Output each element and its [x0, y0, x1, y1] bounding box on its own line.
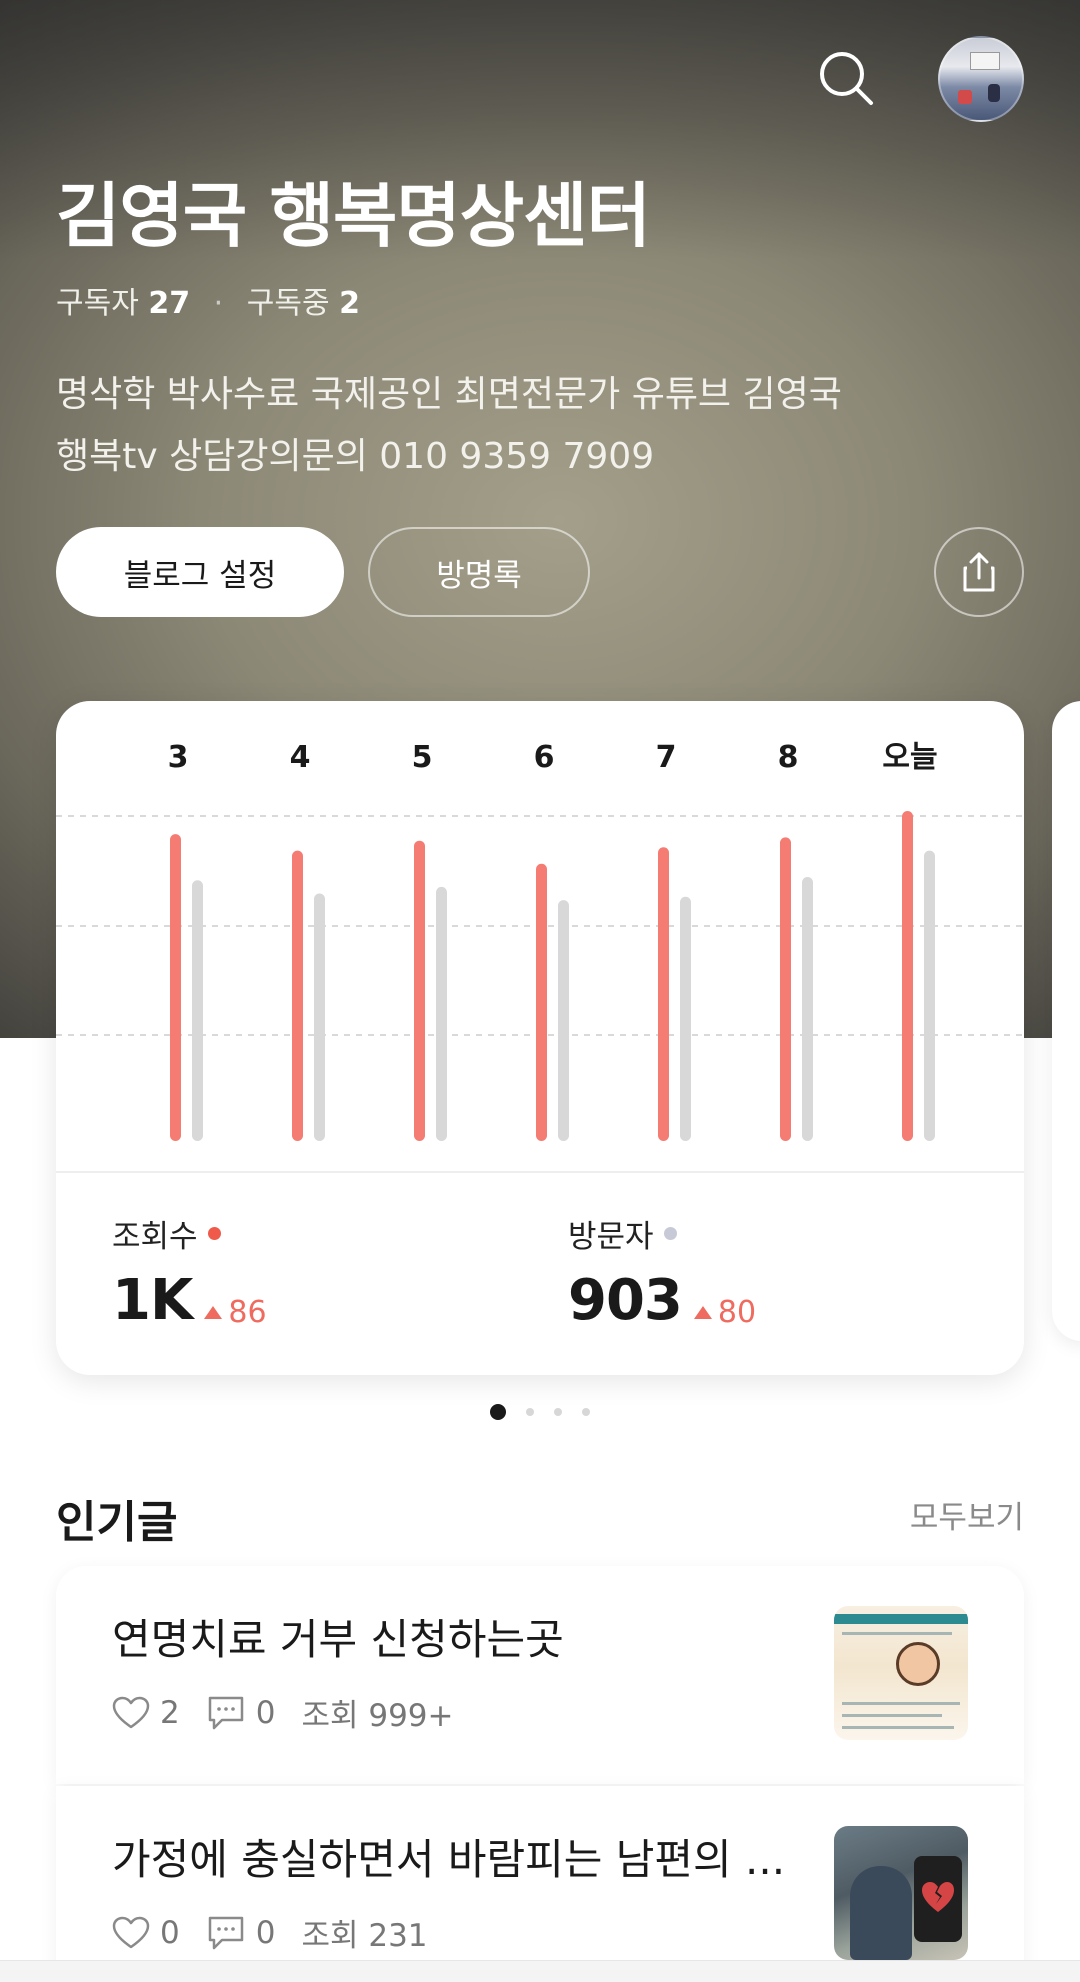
visitors-bar[interactable] [436, 886, 447, 1141]
comment-icon[interactable] [206, 1694, 246, 1732]
blog-title: 김영국 행복명상센터 [56, 175, 651, 257]
card-pager[interactable] [0, 1404, 1080, 1420]
visits-chart: 3 4 5 6 7 8 오늘 [56, 740, 1024, 1142]
chart-x-tick-label: 7 [656, 740, 677, 775]
views-value: 1K [112, 1268, 193, 1333]
visitors-delta-value: 80 [717, 1295, 757, 1330]
chart-x-tick-label: 8 [778, 740, 799, 775]
visitors-delta: 80 [693, 1295, 757, 1330]
avatar-photo-detail [958, 90, 972, 104]
chart-x-tick-label: 5 [412, 740, 433, 775]
pager-dot[interactable] [526, 1408, 534, 1416]
comment-count: 0 [255, 1694, 276, 1731]
views-bar[interactable] [414, 840, 425, 1141]
thumbnail-detail [842, 1714, 942, 1717]
thumbnail-detail [896, 1642, 940, 1686]
search-icon[interactable] [812, 44, 880, 112]
subscription-stats: 구독자 27 · 구독중 2 [56, 278, 360, 322]
visitors-bar[interactable] [680, 896, 691, 1141]
broken-heart-icon [922, 1882, 954, 1912]
bottom-edge [0, 1960, 1080, 1982]
views-label: 조회수 [112, 1219, 198, 1255]
avatar[interactable] [938, 36, 1024, 122]
thumbnail-detail [834, 1614, 968, 1624]
chart-x-tick-label: 4 [290, 740, 311, 775]
visitors-bar[interactable] [802, 877, 813, 1141]
stats-card[interactable]: 3 4 5 6 7 8 오늘 조회수 1K 86 방문자 903 80 [56, 701, 1024, 1375]
heart-icon[interactable] [112, 1916, 150, 1950]
thumbnail-detail [850, 1866, 912, 1960]
share-button[interactable] [934, 527, 1024, 617]
view-count: 조회 231 [301, 1918, 428, 1954]
like-count: 2 [160, 1694, 180, 1731]
visitors-label: 방문자 [568, 1219, 654, 1255]
post-item[interactable]: 연명치료 거부 신청하는곳 2 0 조회 999+ [56, 1566, 1024, 1784]
post-thumbnail[interactable] [834, 1826, 968, 1960]
views-bar[interactable] [170, 834, 181, 1141]
views-delta-value: 86 [228, 1295, 267, 1330]
subscribing-label[interactable]: 구독중 [247, 286, 330, 321]
visitors-bar[interactable] [924, 850, 935, 1141]
visitors-metric: 방문자 903 80 [568, 1211, 756, 1333]
chart-x-tick-label: 6 [534, 740, 555, 775]
subscribing-count[interactable]: 2 [339, 286, 360, 321]
guestbook-button[interactable]: 방명록 [368, 527, 590, 617]
views-bar[interactable] [536, 863, 547, 1141]
up-arrow-icon [693, 1306, 712, 1319]
views-bar[interactable] [780, 837, 791, 1141]
chart-x-tick-label: 3 [168, 740, 189, 775]
next-stats-card[interactable] [1052, 701, 1080, 1341]
post-meta: 2 0 조회 999+ [112, 1690, 480, 1735]
description-line: 행복tv 상담강의문의 010 9359 7909 [56, 436, 655, 477]
avatar-photo-screen [970, 52, 1000, 70]
views-bar[interactable] [292, 850, 303, 1141]
post-title[interactable]: 연명치료 거부 신청하는곳 [112, 1606, 812, 1667]
pager-dot[interactable] [554, 1408, 562, 1416]
card-divider [56, 1171, 1024, 1173]
up-arrow-icon [204, 1306, 223, 1319]
visitors-bar[interactable] [558, 900, 569, 1141]
stats-separator: · [213, 286, 224, 321]
post-thumbnail[interactable] [834, 1606, 968, 1740]
pager-dot[interactable] [490, 1404, 506, 1420]
see-all-link[interactable]: 모두보기 [910, 1492, 1024, 1537]
post-title[interactable]: 가정에 충실하면서 바람피는 남편의 ... [112, 1826, 812, 1887]
visitors-legend-dot [663, 1227, 677, 1240]
visitors-value: 903 [568, 1268, 683, 1333]
view-count: 조회 999+ [301, 1698, 454, 1734]
post-meta: 0 0 조회 231 [112, 1910, 454, 1955]
like-count: 0 [160, 1914, 180, 1951]
visitors-bar[interactable] [192, 880, 203, 1141]
comment-icon[interactable] [206, 1914, 246, 1952]
blog-description: 명삭학 박사수료 국제공인 최면전문가 유튜브 김영국 행복tv 상담강의문의 … [56, 364, 956, 488]
subscribers-count[interactable]: 27 [148, 286, 190, 321]
thumbnail-detail [842, 1726, 954, 1729]
pager-dot[interactable] [582, 1408, 590, 1416]
popular-section-title: 인기글 [56, 1497, 178, 1548]
thumbnail-detail [842, 1632, 952, 1635]
subscribers-label[interactable]: 구독자 [56, 286, 139, 321]
chart-x-tick-label: 오늘 [882, 740, 937, 775]
share-icon [963, 552, 995, 592]
visitors-bar[interactable] [314, 893, 325, 1142]
avatar-photo-detail [988, 84, 1000, 102]
views-bar[interactable] [902, 811, 913, 1141]
comment-count: 0 [255, 1914, 276, 1951]
heart-icon[interactable] [112, 1696, 150, 1730]
views-legend-dot [207, 1227, 221, 1240]
thumbnail-detail [842, 1702, 960, 1705]
views-metric: 조회수 1K 86 [112, 1211, 267, 1333]
post-item[interactable]: 가정에 충실하면서 바람피는 남편의 ... 0 0 조회 231 [56, 1786, 1024, 1982]
description-line: 명삭학 박사수료 국제공인 최면전문가 유튜브 김영국 [56, 374, 842, 415]
blog-settings-button[interactable]: 블로그 설정 [56, 527, 344, 617]
views-delta: 86 [204, 1295, 267, 1330]
views-bar[interactable] [658, 847, 669, 1141]
